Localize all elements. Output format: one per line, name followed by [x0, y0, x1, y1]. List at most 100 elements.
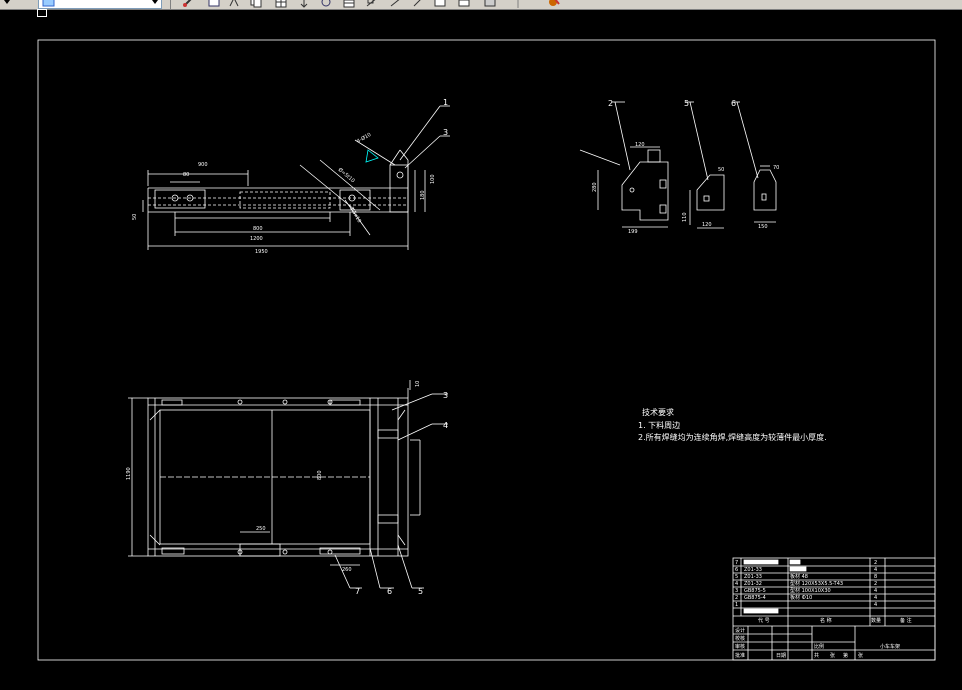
copy-icon[interactable] [250, 0, 262, 8]
balloon-1: 1 [443, 98, 448, 107]
svg-text:2: 2 [874, 581, 877, 587]
svg-text:GB875-5: GB875-5 [744, 588, 766, 594]
title-block [732, 557, 936, 661]
dim-a-120: 120 [635, 142, 645, 148]
svg-text:8: 8 [874, 574, 877, 580]
drawing-canvas[interactable]: 1 3 900 80 800 1200 1950 50 180 100 4-Ø1… [0, 10, 962, 686]
balloon-2: 2 [608, 99, 613, 108]
svg-text:GB875-4: GB875-4 [744, 595, 766, 601]
dim-b-110: 110 [682, 212, 688, 222]
svg-text:Z01-32: Z01-32 [744, 581, 762, 587]
block-icon[interactable] [484, 0, 496, 8]
footer-0: 共 [814, 652, 819, 659]
svg-text:5: 5 [735, 574, 738, 580]
dim-plan-1190: 1190 [126, 467, 132, 480]
balloon-4: 4 [443, 421, 448, 430]
svg-text:2: 2 [735, 595, 738, 601]
footer-2: 第 [843, 652, 848, 659]
scale-label: 比例 [814, 643, 824, 650]
dim-plan-250: 250 [256, 526, 266, 532]
bom-row-4: 4 Z01-32 型材 120X53X5.5-T43 2 [735, 580, 877, 587]
rectangle-icon[interactable] [434, 0, 446, 8]
annot-hole: 4-Ø10 [356, 131, 373, 145]
tech-title: 技术要求 [642, 407, 674, 417]
cad-drawing: 1 3 900 80 800 1200 1950 50 180 100 4-Ø1… [37, 39, 936, 661]
svg-text:4: 4 [874, 595, 877, 601]
plan-view: 3 4 5 6 7 10 1190 800 250 260 [126, 380, 448, 596]
header-qty: 数量 [871, 617, 881, 624]
bom-row-2: 2 GB875-4 板材 Ф10 4 [735, 594, 877, 601]
bom-row-1: 14 [735, 602, 877, 608]
dim-800: 800 [253, 226, 263, 232]
dropdown-arrow-icon[interactable] [2, 0, 14, 8]
chevron-down-icon[interactable] [150, 0, 160, 7]
annot-thread: Ø=5t10 [337, 166, 357, 184]
dim-a-199: 199 [628, 229, 638, 235]
dim-50: 50 [132, 214, 138, 220]
balloon-3-side: 3 [443, 128, 448, 137]
table-icon[interactable] [343, 0, 355, 8]
dimension-icon[interactable] [366, 0, 378, 8]
move-icon[interactable] [298, 0, 310, 8]
svg-text:4: 4 [735, 581, 738, 587]
dim-900: 900 [198, 162, 208, 168]
layer-state-icon [42, 0, 55, 7]
svg-text:6: 6 [735, 567, 738, 573]
header-code: 代 号 [758, 617, 770, 624]
svg-text:板材 Ф10: 板材 Ф10 [790, 594, 812, 601]
svg-text:板材 48: 板材 48 [790, 573, 808, 580]
layer-icon[interactable] [208, 0, 220, 8]
svg-text:4: 4 [874, 602, 877, 608]
toolbar-separator [170, 0, 171, 9]
dim-80: 80 [183, 172, 189, 178]
svg-text:2: 2 [874, 560, 877, 566]
balloon-3-plan: 3 [443, 391, 448, 400]
svg-text:1: 1 [735, 602, 738, 608]
svg-text:Z01-33: Z01-33 [744, 574, 762, 580]
header-remark: 备 注 [900, 617, 912, 624]
side-view: 1 3 900 80 800 1200 1950 50 180 100 4-Ø1… [132, 98, 450, 255]
svg-text:型材 100X10X30: 型材 100X10X30 [790, 587, 831, 594]
draw-icon[interactable] [182, 0, 194, 8]
dim-plan-260: 260 [342, 567, 352, 573]
svg-text:3: 3 [735, 588, 738, 594]
dim-c-70: 70 [773, 165, 779, 171]
line-icon[interactable] [390, 0, 402, 8]
label-approve: 批准 [735, 652, 745, 659]
pen-icon[interactable] [412, 0, 424, 8]
tech-line-2: 2.所有焊缝均为连续角焊,焊缝高度为较薄件最小厚度. [638, 432, 827, 442]
label-design: 设计 [735, 627, 745, 634]
product-name: 小车车架 [880, 643, 900, 650]
svg-text:4: 4 [874, 567, 877, 573]
svg-text:7: 7 [735, 560, 738, 566]
dim-a-280: 280 [592, 182, 598, 192]
dim-100: 100 [430, 174, 436, 184]
balloon-5-detail: 5 [684, 99, 689, 108]
layer-dropdown[interactable] [38, 0, 162, 9]
bom-row-5: 5 Z01-33 板材 48 8 [735, 573, 877, 580]
window-icon[interactable] [458, 0, 470, 8]
dim-b-120: 120 [702, 222, 712, 228]
tech-line-1: 1. 下料周边 [638, 420, 680, 430]
rotate-icon[interactable] [320, 0, 332, 8]
technical-requirements: 技术要求 1. 下料周边 2.所有焊缝均为连续角焊,焊缝高度为较薄件最小厚度. [638, 407, 827, 442]
detail-views: 2 120 280 199 5 50 120 110 6 70 150 [579, 99, 779, 235]
svg-text:4: 4 [874, 588, 877, 594]
footer-1: 张 [830, 652, 835, 659]
dim-c-150: 150 [758, 224, 768, 230]
svg-text:Z01-33: Z01-33 [744, 567, 762, 573]
snap-icon[interactable] [228, 0, 240, 8]
balloon-6: 6 [387, 587, 392, 596]
bom-row-3: 3 GB875-5 型材 100X10X30 4 [735, 587, 877, 594]
grid-icon[interactable] [275, 0, 287, 8]
dim-b-50: 50 [718, 167, 724, 173]
toolbar [0, 0, 962, 10]
balloon-7: 7 [355, 587, 360, 596]
footer-3: 张 [858, 652, 863, 659]
dim-180: 180 [420, 190, 426, 200]
separator-icon [517, 0, 519, 8]
paint-icon[interactable] [548, 0, 560, 8]
svg-text:型材 120X53X5.5-T43: 型材 120X53X5.5-T43 [790, 580, 843, 587]
header-name: 名 称 [820, 617, 832, 624]
dim-1200: 1200 [250, 236, 263, 242]
